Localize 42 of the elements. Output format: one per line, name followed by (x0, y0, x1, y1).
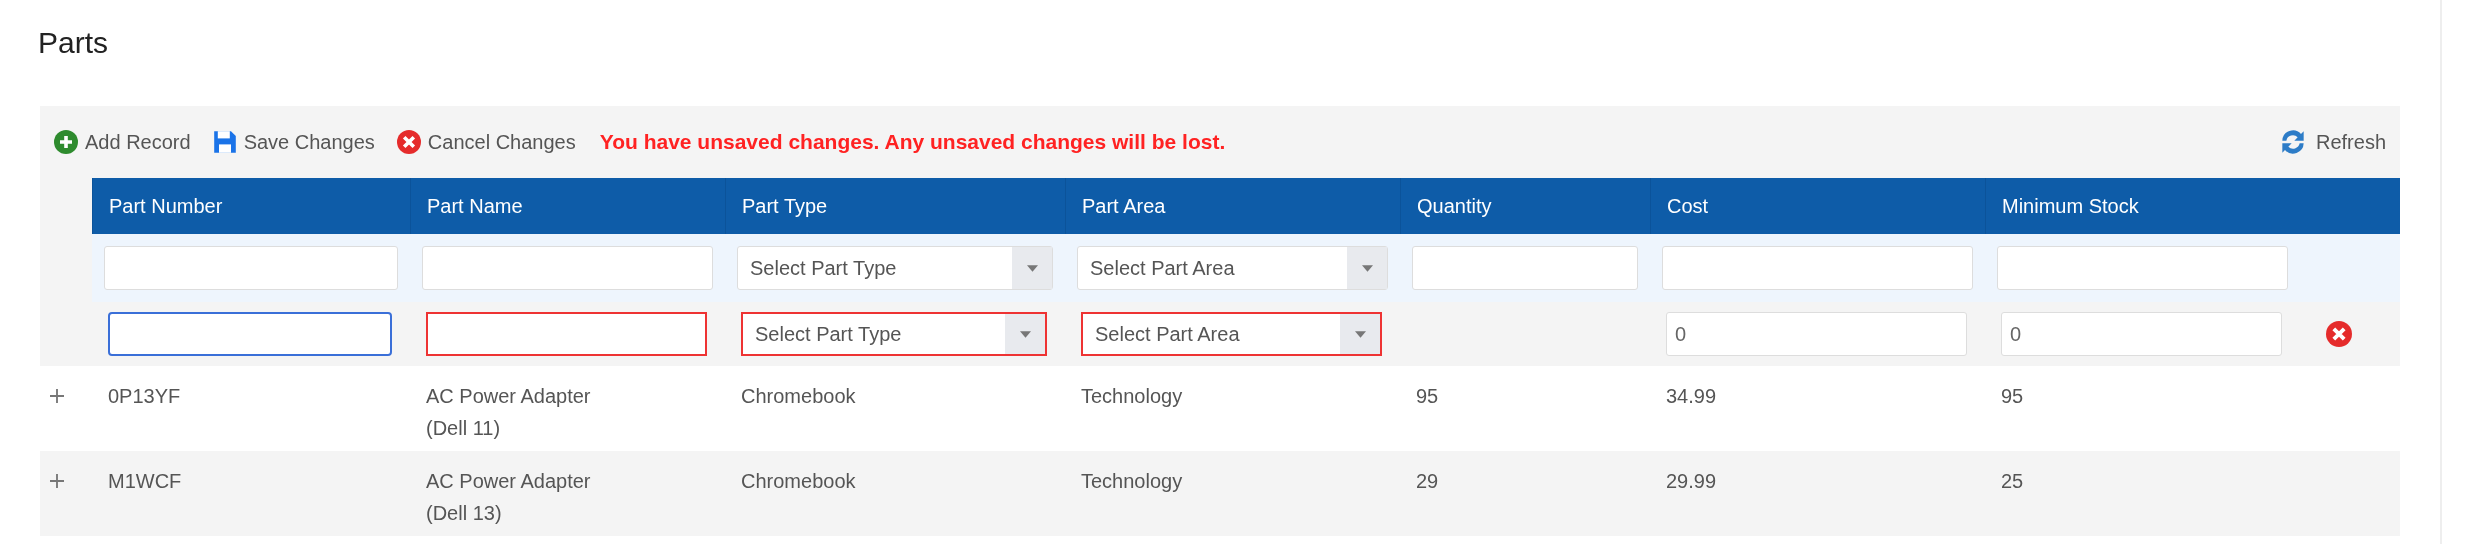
filter-field[interactable] (1412, 246, 1638, 290)
filter-dropdown[interactable]: Select Part Area (1077, 246, 1388, 290)
caret-icon (1026, 264, 1038, 272)
table-cell-text: Technology (1081, 469, 1183, 494)
caret-icon (1019, 330, 1031, 338)
filter-dropdown[interactable]: Select Part Type (737, 246, 1053, 290)
unsaved-warning: You have unsaved changes. Any unsaved changes will be lost. (599, 130, 1226, 154)
filter-field[interactable] (422, 246, 713, 290)
table-cell-text: AC Power Adapter (Dell 11) (426, 384, 592, 441)
filter-field[interactable] (1997, 246, 2288, 290)
table-cell-text: 95 (2001, 384, 2024, 409)
table-cell-text: 29 (1416, 469, 1439, 494)
add-changes-button[interactable]: Add Record (54, 130, 191, 154)
table-cell-text: AC Power Adapter (Dell 13) (426, 469, 592, 526)
input-field[interactable]: 0 (2001, 312, 2282, 356)
close-icon (396, 130, 421, 154)
page-title: Parts (37, 25, 110, 61)
save-changes-button[interactable]: Save Changes (212, 130, 375, 154)
input-field[interactable] (108, 312, 392, 356)
expand-icon[interactable] (50, 389, 64, 403)
filter-field[interactable] (104, 246, 398, 290)
table-cell-text: Chromebook (741, 469, 856, 494)
expand-icon[interactable] (50, 474, 64, 488)
refresh-button[interactable]: Refresh (2276, 126, 2386, 158)
table-cell-text: Chromebook (741, 384, 856, 409)
table-cell-text: 25 (2001, 469, 2024, 494)
caret-icon (1354, 330, 1366, 338)
table-cell-text: 95 (1416, 384, 1439, 409)
input-field[interactable]: 0 (1666, 312, 1967, 356)
table-cell-text: M1WCF (108, 469, 182, 494)
cancel-changes-button[interactable]: Cancel Changes (396, 130, 576, 154)
plus-icon (54, 130, 78, 154)
table-cell-text: 0P13YF (108, 384, 181, 409)
dropdown-field[interactable]: Select Part Area (1081, 312, 1382, 356)
table-cell-text: 34.99 (1666, 384, 1717, 409)
delete-icon[interactable] (2326, 321, 2352, 347)
filter-field[interactable] (1662, 246, 1973, 290)
table-cell-text: 29.99 (1666, 469, 1717, 494)
dropdown-field[interactable]: Select Part Type (741, 312, 1047, 356)
input-field[interactable] (426, 312, 707, 356)
table-cell-text: Technology (1081, 384, 1183, 409)
caret-icon (1361, 264, 1373, 272)
